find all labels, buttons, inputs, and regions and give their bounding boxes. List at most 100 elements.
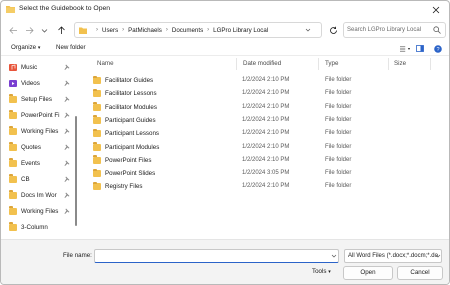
table-row[interactable]: Facilitator Lessons 1/2/2024 2:10 PM File …: [89, 87, 443, 100]
up-button[interactable]: [55, 24, 67, 36]
back-button[interactable]: [7, 24, 19, 36]
file-type-filter[interactable]: All Word Files (*.docx;*.docm;*.do: [344, 249, 442, 263]
folder-icon: [93, 75, 101, 84]
folder-icon: [9, 110, 17, 119]
file-type: File folder: [325, 90, 352, 97]
file-date: 1/2/2024 2:10 PM: [242, 156, 290, 163]
column-header-name[interactable]: Name: [97, 60, 114, 67]
file-date: 1/2/2024 2:10 PM: [242, 130, 290, 137]
forward-button[interactable]: [23, 24, 35, 36]
sidebar-item-docs-im-working[interactable]: Docs Im Wor: [9, 188, 73, 202]
search-input[interactable]: Search LGPro Library Local: [343, 22, 446, 38]
column-header-size[interactable]: Size: [394, 60, 406, 67]
pin-icon: [64, 208, 70, 214]
sidebar-item-working-files[interactable]: Working Files: [9, 124, 73, 138]
chevron-down-icon: [435, 254, 441, 258]
chevron-down-icon[interactable]: [331, 253, 337, 259]
sidebar-item-3-column[interactable]: 3-Column: [9, 220, 73, 234]
tools-label: Tools: [312, 268, 327, 275]
folder-icon: [79, 27, 87, 34]
navigation-bar: › Users › PatMichaels › Documents › LGPr…: [1, 19, 449, 41]
folder-icon: [9, 190, 17, 199]
sidebar-item-working-files-2[interactable]: Working Files: [9, 204, 73, 218]
file-name-label: File name:: [63, 252, 92, 259]
table-row[interactable]: PowerPoint Slides 1/2/2024 3:05 PM File fo…: [89, 167, 443, 180]
breadcrumb-users[interactable]: Users: [102, 27, 118, 34]
column-header-date[interactable]: Date modified: [243, 60, 281, 67]
table-row[interactable]: PowerPoint Files 1/2/2024 2:10 PM File fol…: [89, 154, 443, 167]
folder-icon: [93, 142, 101, 151]
pin-icon: [64, 176, 70, 182]
file-date: 1/2/2024 2:10 PM: [242, 143, 290, 150]
sidebar-item-music[interactable]: Music: [9, 60, 73, 74]
sidebar-item-setup-files[interactable]: Setup Files: [9, 92, 73, 106]
help-button[interactable]: ?: [433, 44, 443, 53]
table-row[interactable]: Registry Files 1/2/2024 2:10 PM File folde…: [89, 180, 443, 193]
sidebar-item-label: Working Files: [21, 207, 59, 215]
preview-pane-button[interactable]: [415, 44, 425, 53]
open-file-dialog: Select the Guidebook to Open › Users › P…: [0, 0, 450, 285]
pin-icon: [64, 128, 70, 134]
folder-icon: [93, 155, 101, 164]
sidebar-item-quotes[interactable]: Quotes: [9, 140, 73, 154]
folder-icon: [93, 115, 101, 124]
file-date: 1/2/2024 2:10 PM: [242, 116, 290, 123]
open-button[interactable]: Open: [343, 266, 393, 280]
arrow-up-icon: [57, 25, 65, 34]
tools-button[interactable]: Tools ▾: [312, 268, 331, 275]
table-row[interactable]: Participant Guides 1/2/2024 2:10 PM File f…: [89, 114, 443, 127]
close-button[interactable]: [426, 2, 446, 17]
file-type: File folder: [325, 143, 352, 150]
table-row[interactable]: Facilitator Guides 1/2/2024 2:10 PM File f…: [89, 74, 443, 87]
refresh-icon: [329, 26, 337, 34]
sidebar-item-cb[interactable]: CB: [9, 172, 73, 186]
organize-label: Organize: [11, 44, 37, 51]
view-options-button[interactable]: ▾: [400, 44, 410, 53]
address-bar[interactable]: › Users › PatMichaels › Documents › LGPr…: [74, 22, 322, 38]
folder-icon: [93, 168, 101, 178]
file-name-input[interactable]: [94, 249, 339, 263]
navigation-pane: Music Videos Setup Files PowerPoint Fi W…: [1, 56, 79, 239]
sidebar-item-label: Quotes: [21, 143, 41, 151]
file-date: 1/2/2024 3:05 PM: [242, 170, 290, 177]
sidebar-item-label: Events: [21, 159, 40, 167]
sidebar-item-label: Docs Im Wor: [21, 191, 57, 199]
refresh-button[interactable]: [326, 22, 340, 38]
column-header-type[interactable]: Type: [325, 60, 338, 67]
sidebar-item-events[interactable]: Events: [9, 156, 73, 170]
folder-icon: [93, 128, 101, 138]
address-dropdown-icon[interactable]: [305, 27, 311, 33]
pin-icon: [64, 112, 70, 118]
table-row[interactable]: Participant Modules 1/2/2024 2:10 PM File …: [89, 141, 443, 154]
svg-text:?: ?: [436, 47, 439, 53]
breadcrumb-documents[interactable]: Documents: [172, 27, 203, 34]
help-icon: ?: [434, 44, 442, 53]
recent-locations-button[interactable]: [38, 24, 50, 36]
folder-icon: [9, 206, 17, 215]
table-row[interactable]: Facilitator Modules 1/2/2024 2:10 PM File …: [89, 101, 443, 114]
column-divider[interactable]: [388, 58, 389, 70]
table-row[interactable]: Participant Lessons 1/2/2024 2:10 PM File …: [89, 127, 443, 140]
sidebar-scrollbar[interactable]: [75, 116, 77, 226]
new-folder-button[interactable]: New folder: [56, 44, 86, 51]
folder-app-icon: [6, 5, 15, 13]
sidebar-item-powerpoint-files[interactable]: PowerPoint Fi: [9, 108, 73, 122]
sidebar-item-videos[interactable]: Videos: [9, 76, 73, 90]
file-type: File folder: [325, 103, 352, 110]
file-date: 1/2/2024 2:10 PM: [242, 90, 290, 97]
pin-icon: [64, 96, 70, 102]
file-type: File folder: [325, 77, 352, 83]
dialog-footer: File name: All Word Files (*.docx;*.docm…: [1, 239, 449, 284]
caret-down-icon: ▾: [328, 269, 331, 275]
breadcrumb-user[interactable]: PatMichaels: [128, 27, 162, 34]
pin-icon: [64, 192, 70, 198]
file-type: File folder: [325, 130, 352, 137]
organize-button[interactable]: Organize ▾: [11, 44, 40, 51]
sidebar-item-label: Videos: [21, 79, 40, 87]
column-divider[interactable]: [236, 58, 237, 70]
cancel-button[interactable]: Cancel: [397, 266, 443, 280]
column-divider[interactable]: [318, 58, 319, 70]
breadcrumb-current-folder[interactable]: LGPro Library Local: [213, 27, 268, 34]
column-divider[interactable]: [430, 58, 431, 70]
breadcrumb-separator-icon: ›: [207, 27, 210, 33]
